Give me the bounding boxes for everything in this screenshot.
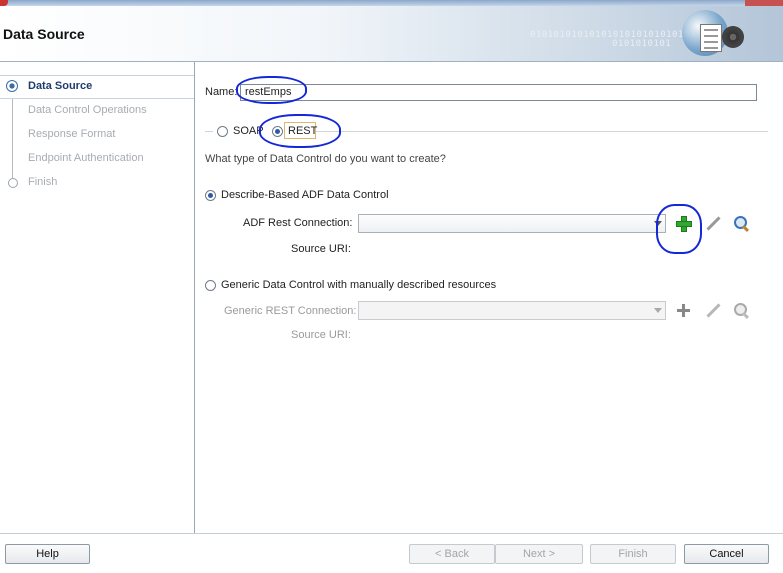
page-title: Data Source [3, 26, 85, 42]
edit-generic-connection-icon[interactable] [704, 302, 722, 320]
chevron-down-icon [654, 308, 662, 313]
separator [316, 131, 768, 132]
step-finish: Finish [0, 172, 194, 194]
adf-rest-connection-label: ADF Rest Connection: [243, 217, 353, 229]
reel-icon [722, 26, 744, 48]
step-response-format: Response Format [0, 124, 194, 146]
step-end-icon [8, 178, 18, 188]
document-icon [700, 24, 722, 52]
step-label: Response Format [28, 128, 116, 140]
step-current-icon [6, 80, 18, 92]
adf-rest-connection-select[interactable] [358, 214, 666, 233]
wizard-steps-panel: Data Source Data Control Operations Resp… [0, 62, 195, 533]
generic-rest-connection-select[interactable] [358, 301, 666, 320]
step-endpoint-authentication: Endpoint Authentication [0, 148, 194, 170]
step-label: Data Control Operations [28, 104, 147, 116]
help-button[interactable]: Help [5, 544, 90, 564]
header-decoration-2: 0101010101 [612, 39, 672, 49]
step-data-source[interactable]: Data Source [0, 75, 194, 99]
annotation-circle-rest [259, 114, 341, 148]
browse-connection-icon[interactable] [733, 215, 751, 233]
source-uri-label-2: Source URI: [291, 329, 351, 341]
name-label: Name: [205, 86, 238, 98]
generic-radio[interactable] [205, 280, 216, 291]
finish-button[interactable]: Finish [590, 544, 676, 564]
separator [205, 131, 213, 132]
question-text: What type of Data Control do you want to… [205, 153, 446, 165]
next-button[interactable]: Next > [495, 544, 583, 564]
step-data-control-operations: Data Control Operations [0, 100, 194, 122]
name-input[interactable]: restEmps [240, 84, 757, 101]
browse-generic-connection-icon[interactable] [733, 302, 751, 320]
add-generic-connection-icon[interactable] [675, 302, 693, 320]
back-button[interactable]: < Back [409, 544, 495, 564]
cancel-button[interactable]: Cancel [684, 544, 769, 564]
describe-based-label: Describe-Based ADF Data Control [221, 189, 389, 201]
step-pending-icon [9, 107, 15, 113]
wizard-header: Data Source 0101010101010101010101010101… [0, 6, 783, 62]
step-label: Endpoint Authentication [28, 152, 144, 164]
annotation-circle-add [656, 204, 702, 254]
soap-radio[interactable] [217, 126, 228, 137]
step-label: Finish [28, 176, 58, 188]
annotation-circle-name [236, 76, 307, 104]
edit-connection-icon[interactable] [704, 215, 722, 233]
describe-based-radio[interactable] [205, 190, 216, 201]
step-label: Data Source [28, 80, 93, 92]
source-uri-label: Source URI: [291, 243, 351, 255]
generic-label: Generic Data Control with manually descr… [221, 279, 497, 291]
generic-rest-connection-label: Generic REST Connection: [224, 305, 357, 317]
